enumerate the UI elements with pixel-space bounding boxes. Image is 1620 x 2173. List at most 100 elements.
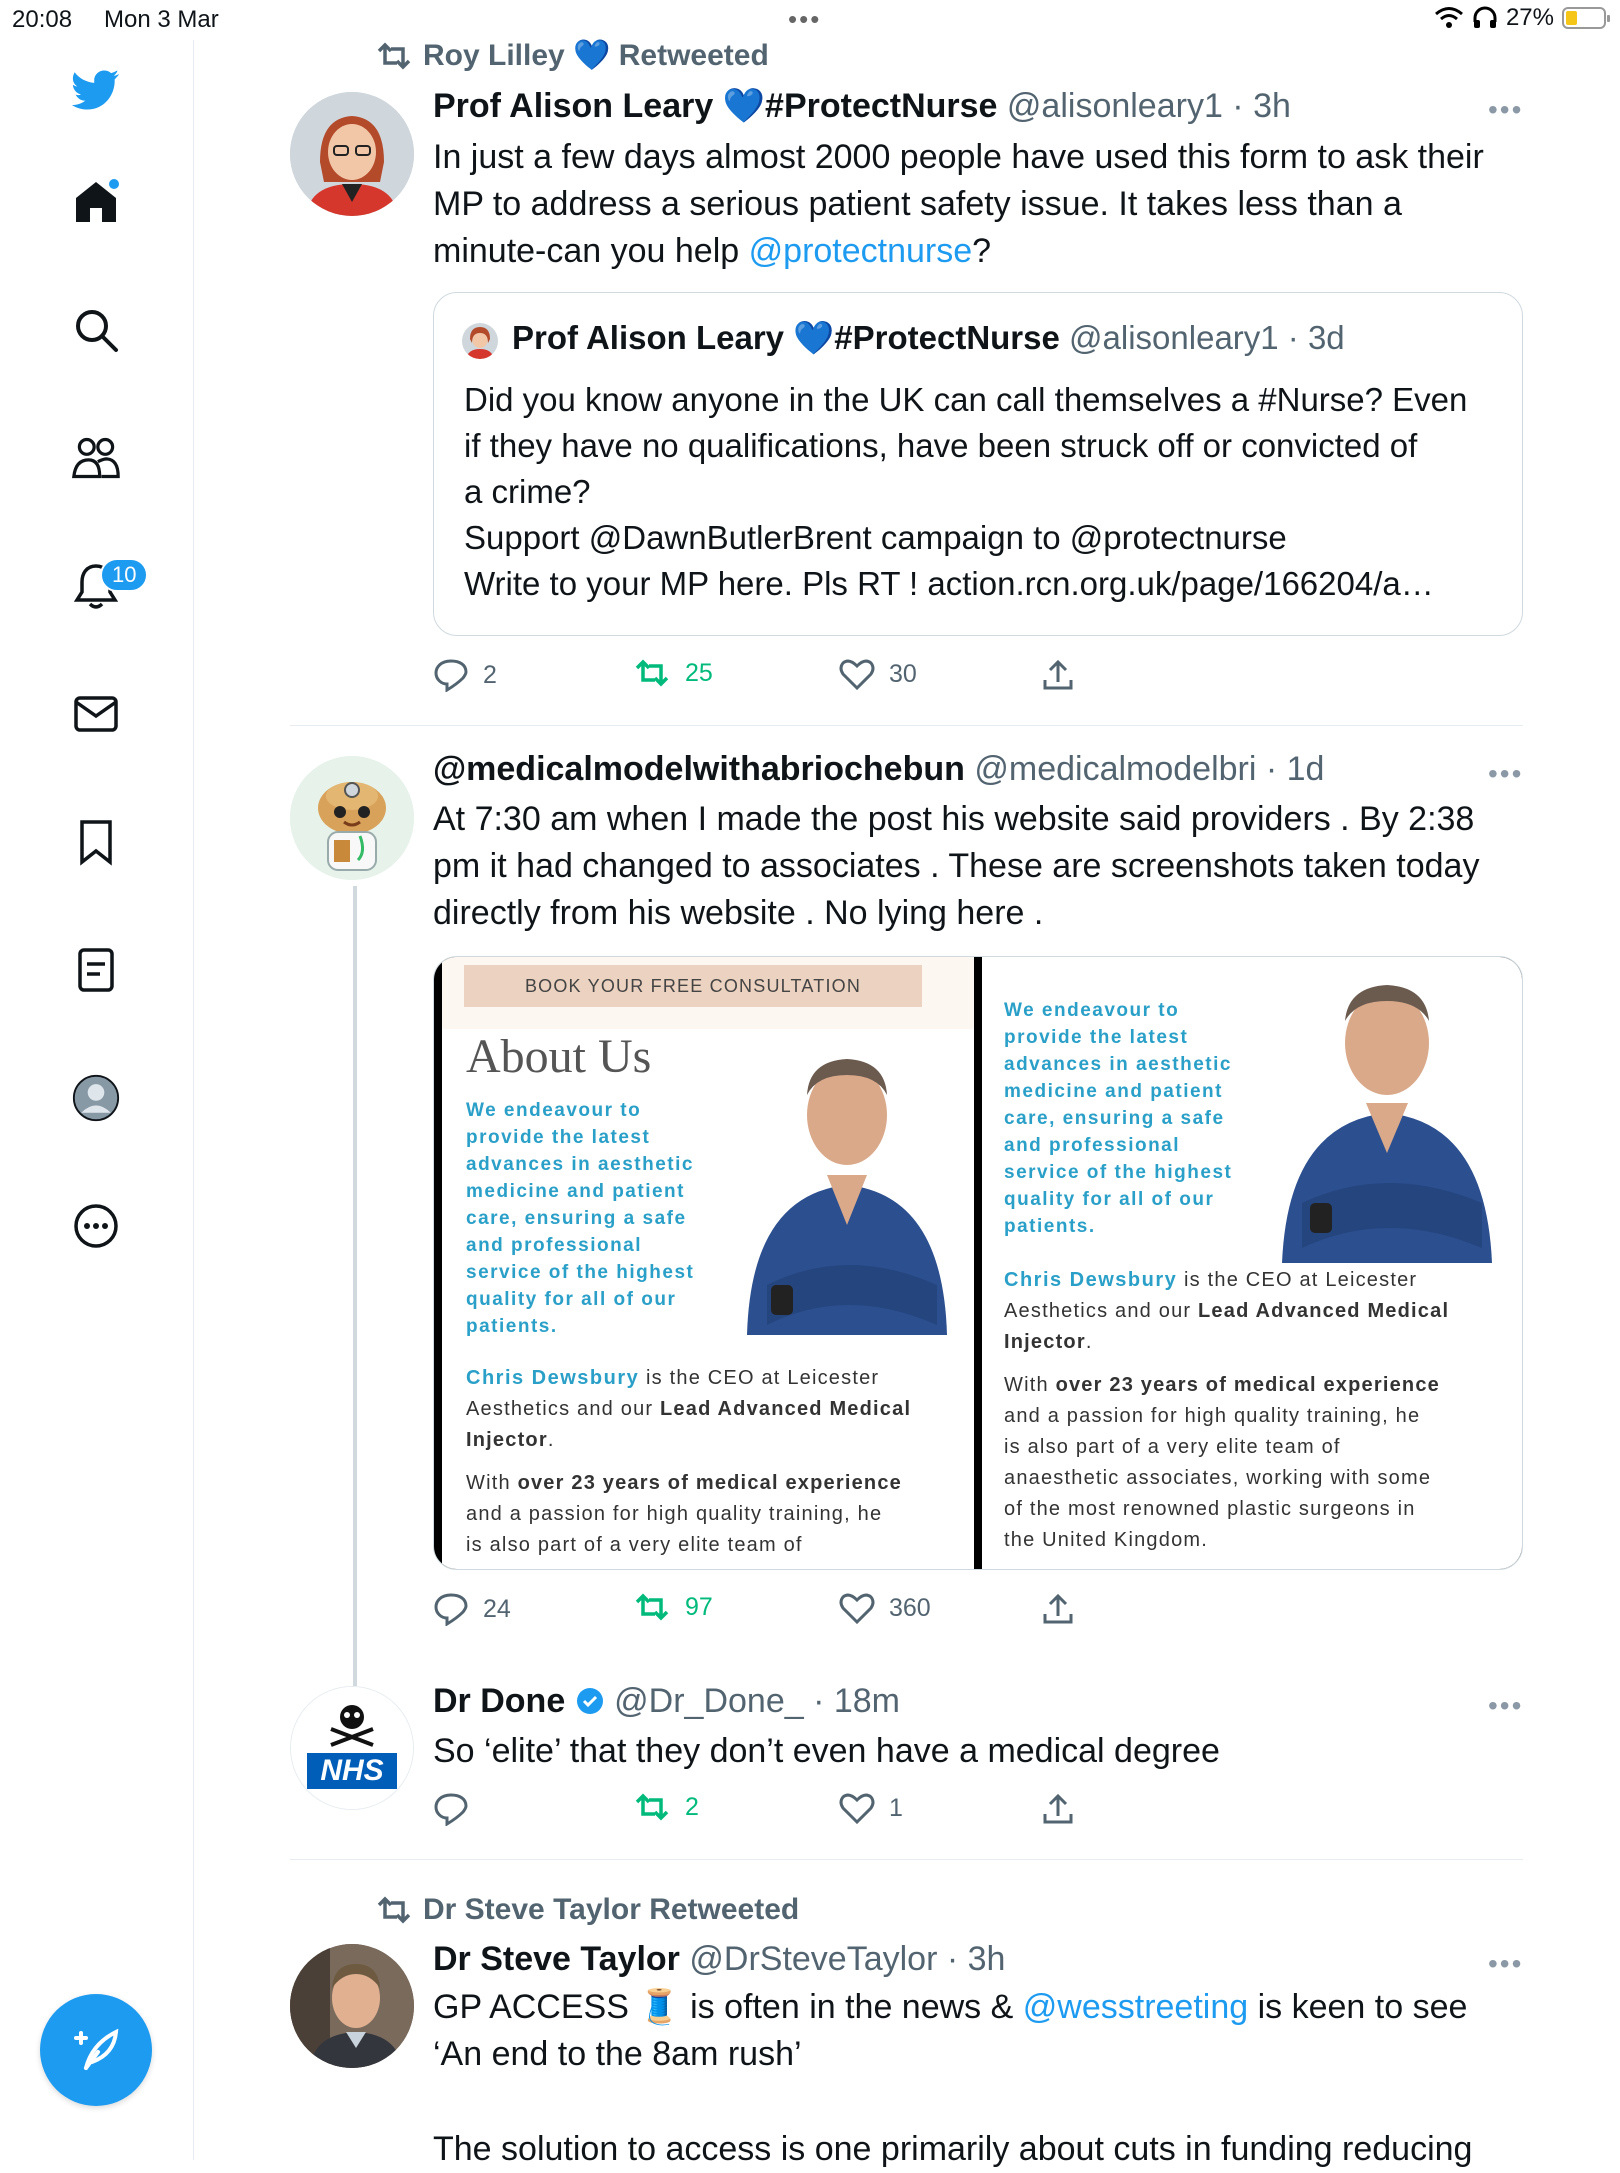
ceo-name: Chris Dewsbury bbox=[466, 1367, 640, 1389]
tweet-actions: 24 97 360 bbox=[433, 1592, 1523, 1632]
about-bold: Lead Advanced Medical bbox=[660, 1398, 912, 1420]
author-name[interactable]: Dr Steve Taylor bbox=[433, 1940, 680, 1978]
share-icon bbox=[1043, 1793, 1073, 1824]
about-line: We endeavour to bbox=[466, 1100, 642, 1121]
quoted-tweet[interactable]: Prof Alison Leary 💙#ProtectNurse @alison… bbox=[433, 292, 1523, 636]
author-handle[interactable]: @alisonleary1 · 3h bbox=[1007, 87, 1291, 125]
avatar[interactable] bbox=[290, 92, 414, 216]
like-button[interactable]: 30 bbox=[839, 658, 917, 690]
avatar[interactable] bbox=[290, 756, 414, 880]
author-name[interactable]: Dr Done bbox=[433, 1682, 565, 1720]
nhs-logo-text: NHS bbox=[320, 1754, 384, 1787]
messages-icon[interactable] bbox=[72, 690, 120, 738]
retweet-context: Roy Lilley 💙 Retweeted bbox=[375, 38, 769, 73]
tweet-actions: 2 25 30 bbox=[433, 658, 1523, 698]
about-line: care, ensuring a safe bbox=[1004, 1108, 1225, 1129]
quote-author-handle: @alisonleary1 · 3d bbox=[1069, 319, 1345, 356]
compose-tweet-button[interactable] bbox=[40, 1994, 152, 2106]
tweet-text: In just a few days almost 2000 people ha… bbox=[433, 134, 1523, 275]
about-line: anaesthetic associates, working with som… bbox=[1004, 1467, 1432, 1489]
avatar[interactable]: NHS bbox=[290, 1686, 414, 1810]
author-name[interactable]: @medicalmodelwithabriochebun bbox=[433, 750, 965, 788]
search-icon[interactable] bbox=[72, 306, 120, 354]
retweet-icon bbox=[635, 659, 669, 687]
compose-feather-icon bbox=[74, 2028, 119, 2070]
more-options-icon[interactable]: ••• bbox=[1488, 1948, 1523, 1980]
reply-button[interactable]: 24 bbox=[433, 1592, 511, 1626]
more-icon[interactable] bbox=[72, 1202, 120, 1250]
retweet-context-label[interactable]: Roy Lilley 💙 Retweeted bbox=[423, 38, 769, 73]
tweet-text: GP ACCESS 🧵 is often in the news & @wess… bbox=[433, 1984, 1523, 2078]
heart-icon bbox=[839, 1793, 875, 1824]
communities-icon[interactable] bbox=[72, 434, 120, 482]
share-button[interactable] bbox=[1041, 658, 1075, 692]
battery-percent: 27% bbox=[1505, 4, 1554, 31]
wifi-icon bbox=[1434, 7, 1463, 28]
media-image-right[interactable]: We endeavour to provide the latest advan… bbox=[982, 957, 1522, 1569]
about-line: provide the latest bbox=[1004, 1027, 1189, 1048]
reply-icon bbox=[434, 1593, 468, 1626]
share-icon bbox=[1043, 659, 1073, 690]
reply-button[interactable]: 2 bbox=[433, 658, 497, 692]
retweet-button[interactable]: 25 bbox=[633, 658, 713, 688]
retweet-context-label[interactable]: Dr Steve Taylor Retweeted bbox=[423, 1893, 799, 1927]
retweet-icon bbox=[377, 1896, 411, 1924]
avatar[interactable] bbox=[290, 1944, 414, 2068]
bookmarks-icon[interactable] bbox=[72, 818, 120, 866]
profile-icon[interactable] bbox=[72, 1074, 120, 1122]
author-name[interactable]: Prof Alison Leary 💙#ProtectNurse bbox=[433, 87, 997, 125]
status-right: 27% bbox=[1434, 4, 1610, 32]
retweet-button[interactable]: 97 bbox=[633, 1592, 713, 1622]
more-options-icon[interactable]: ••• bbox=[1488, 758, 1523, 790]
like-button[interactable]: 1 bbox=[839, 1792, 903, 1824]
tweet-text-continued: The solution to access is one primarily … bbox=[433, 2130, 1473, 2168]
about-us-heading-text: About Us bbox=[466, 1030, 652, 1083]
ceo-name: Chris Dewsbury bbox=[1004, 1269, 1178, 1291]
about-line: With bbox=[1004, 1374, 1056, 1396]
status-time: 20:08 bbox=[12, 6, 73, 33]
author-handle[interactable]: @DrSteveTaylor · 3h bbox=[689, 1940, 1005, 1978]
about-line: patients. bbox=[1004, 1216, 1096, 1237]
about-line: and a passion for high quality training,… bbox=[466, 1503, 883, 1525]
about-line: service of the highest bbox=[466, 1262, 695, 1283]
thread-line bbox=[353, 886, 357, 1686]
about-blue-text: We endeavour to provide the latest advan… bbox=[1004, 997, 1232, 1240]
about-line: is the CEO at Leicester bbox=[1177, 1269, 1418, 1291]
like-count: 360 bbox=[889, 1593, 931, 1622]
about-line: quality for all of our bbox=[466, 1289, 677, 1310]
author-handle[interactable]: @Dr_Done_ · 18m bbox=[614, 1682, 900, 1720]
about-line: Aesthetics and our bbox=[1004, 1300, 1199, 1322]
about-body-text: Chris Dewsbury is the CEO at Leicester A… bbox=[466, 1363, 966, 1561]
share-button[interactable] bbox=[1041, 1792, 1075, 1826]
quote-avatar bbox=[462, 323, 498, 359]
like-button[interactable]: 360 bbox=[839, 1592, 931, 1624]
heart-icon bbox=[839, 659, 875, 690]
quote-line: a crime? bbox=[464, 473, 591, 510]
about-line: and professional bbox=[466, 1235, 643, 1256]
quote-author-name: Prof Alison Leary 💙#ProtectNurse bbox=[512, 319, 1060, 356]
about-line: Aesthetics and our bbox=[466, 1398, 661, 1420]
about-line: patients. bbox=[466, 1316, 558, 1337]
home-icon[interactable] bbox=[72, 178, 120, 226]
about-line: With bbox=[466, 1472, 518, 1494]
lists-icon[interactable] bbox=[72, 946, 120, 994]
more-options-icon[interactable]: ••• bbox=[1488, 94, 1523, 126]
mention-link[interactable]: @wesstreeting bbox=[1023, 1988, 1248, 2026]
reply-count: 2 bbox=[483, 660, 497, 689]
more-options-icon[interactable]: ••• bbox=[1488, 1690, 1523, 1722]
multitasking-dots-icon[interactable]: ••• bbox=[788, 4, 821, 35]
about-line: and professional bbox=[1004, 1135, 1181, 1156]
share-button[interactable] bbox=[1041, 1592, 1075, 1626]
tweet-media[interactable]: BOOK YOUR FREE CONSULTATION About Us We … bbox=[433, 956, 1523, 1570]
reply-button[interactable] bbox=[433, 1792, 483, 1826]
author-handle[interactable]: @medicalmodelbri · 1d bbox=[974, 750, 1324, 788]
media-image-left[interactable]: BOOK YOUR FREE CONSULTATION About Us We … bbox=[442, 957, 974, 1569]
retweet-count: 2 bbox=[685, 1792, 699, 1821]
book-consultation-banner: BOOK YOUR FREE CONSULTATION bbox=[464, 965, 922, 1007]
mention-link[interactable]: @protectnurse bbox=[749, 232, 973, 270]
retweet-button[interactable]: 2 bbox=[633, 1792, 699, 1822]
about-line: of the most renowned plastic surgeons in bbox=[1004, 1498, 1416, 1520]
about-line: and a passion for high quality training,… bbox=[1004, 1405, 1421, 1427]
twitter-logo-icon[interactable] bbox=[72, 66, 120, 114]
tweet-divider bbox=[290, 1859, 1523, 1860]
